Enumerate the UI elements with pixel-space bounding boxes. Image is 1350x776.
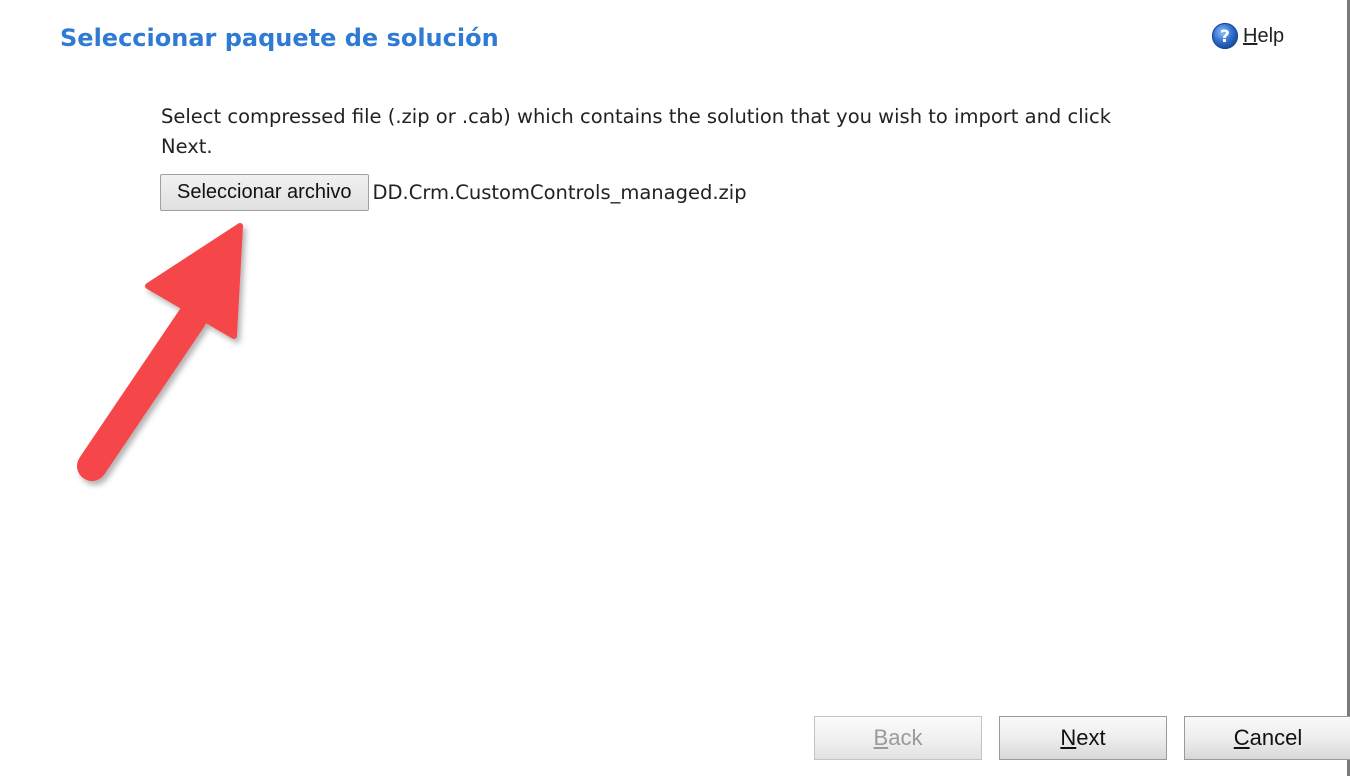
back-button[interactable]: Back xyxy=(814,716,982,760)
back-access-key: B xyxy=(873,725,889,750)
help-label-access-key: H xyxy=(1243,24,1258,47)
cancel-button[interactable]: Cancel xyxy=(1184,716,1350,760)
next-access-key: N xyxy=(1060,725,1077,750)
help-question-circle-icon: ? xyxy=(1211,22,1239,50)
help-label[interactable]: Help xyxy=(1243,25,1284,48)
next-button[interactable]: Next xyxy=(999,716,1167,760)
next-label-rest: ext xyxy=(1076,725,1106,750)
svg-text:?: ? xyxy=(1220,27,1230,47)
back-label-rest: ack xyxy=(888,725,923,750)
instructions-text: Select compressed file (.zip or .cab) wh… xyxy=(161,105,1112,158)
help-link[interactable]: ? Help xyxy=(1211,22,1284,50)
selected-file-name: DD.Crm.CustomControls_managed.zip xyxy=(372,181,747,204)
page-title: Seleccionar paquete de solución xyxy=(60,24,499,52)
help-label-rest: elp xyxy=(1257,24,1285,47)
cancel-access-key: C xyxy=(1233,725,1250,750)
annotation-arrow-shaft xyxy=(77,303,207,481)
file-picker: Seleccionar archivo DD.Crm.CustomControl… xyxy=(160,174,747,211)
annotation-arrow-head xyxy=(145,223,243,339)
wizard-footer: Back Next Cancel xyxy=(814,716,1350,760)
cancel-label-rest: ancel xyxy=(1249,725,1303,750)
choose-file-button[interactable]: Seleccionar archivo xyxy=(160,174,369,211)
